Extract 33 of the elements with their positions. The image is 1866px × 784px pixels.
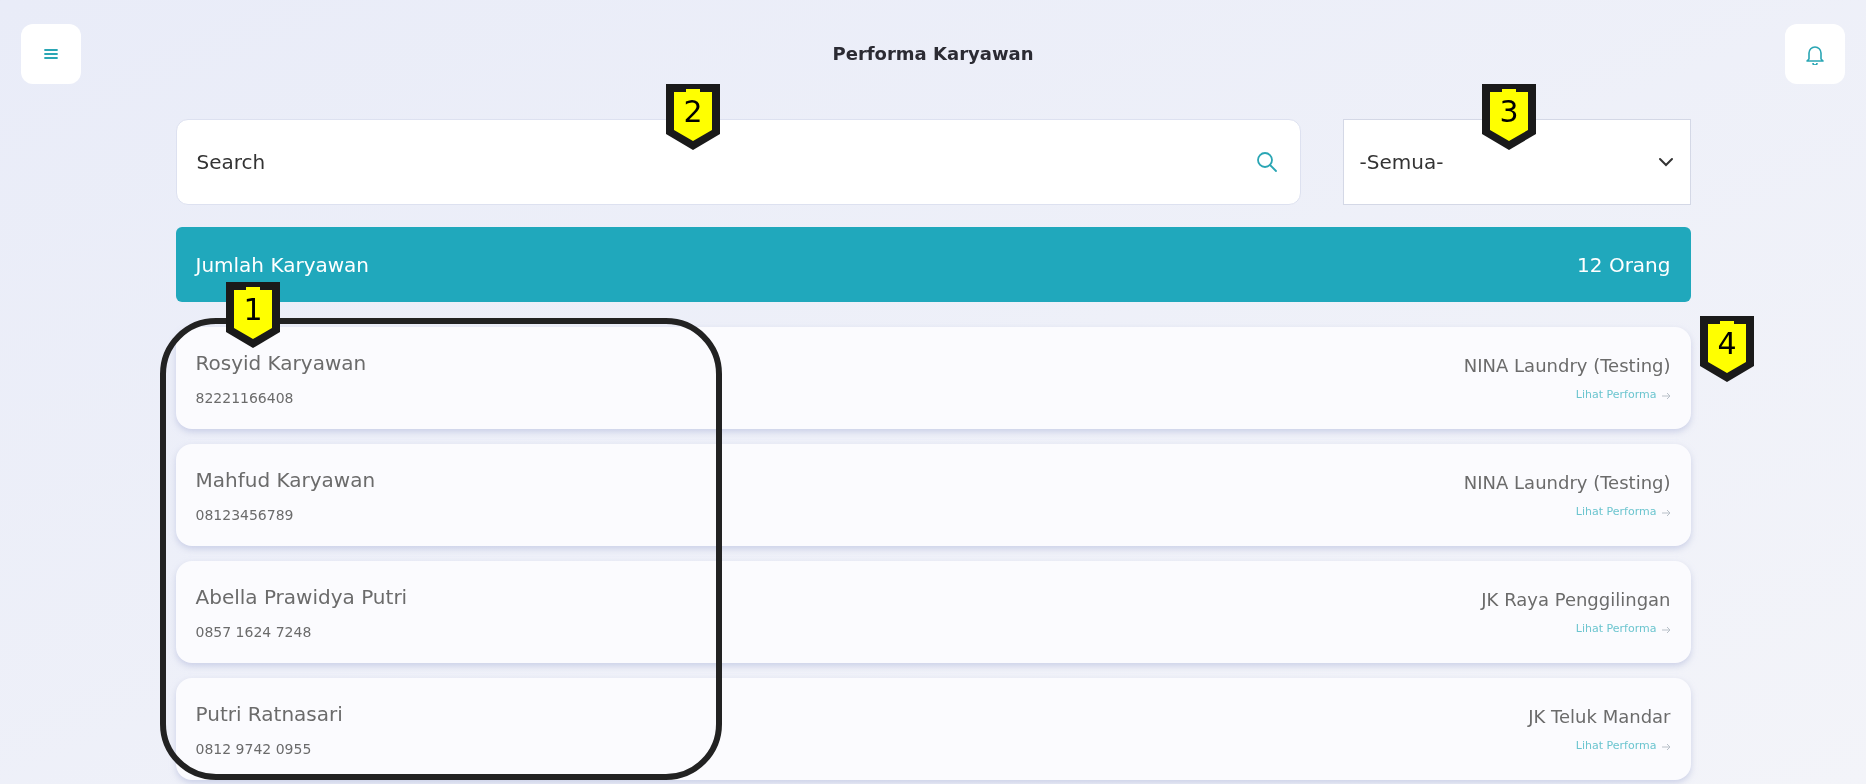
employee-name: Putri Ratnasari [195,700,343,728]
arrow-right-icon [1660,742,1671,751]
callout-badge: 4 [1700,316,1754,382]
chevron-down-icon [1657,157,1674,167]
branch-name: NINA Laundry (Testing) [1463,354,1671,379]
arrow-right-icon [1660,391,1671,400]
callout-badge: 1 [226,282,280,348]
callout-badge: 2 [666,84,720,150]
branch-name: NINA Laundry (Testing) [1463,471,1671,496]
employee-card[interactable]: Putri Ratnasari 0812 9742 0955 JK Teluk Mandar Lihat Performa [175,678,1691,780]
employee-name: Mahfud Karyawan [195,466,376,494]
employee-count: 12 Orang [1577,251,1671,279]
employee-name: Abella Prawidya Putri [195,583,408,611]
employee-card[interactable]: Mahfud Karyawan 08123456789 NINA Laundry (Testing) Lihat Performa [175,444,1691,546]
phone-number: 0812 9742 0955 [195,739,313,759]
arrow-right-icon [1660,508,1671,517]
search-icon [1254,150,1279,174]
branch-name: JK Raya Penggilingan [1481,588,1671,613]
branch-name: JK Teluk Mandar [1528,705,1671,730]
page-title: Performa Karyawan [832,42,1034,66]
menu-icon [43,47,59,61]
phone-number: 08123456789 [195,505,295,525]
arrow-right-icon [1660,625,1671,634]
menu-button[interactable] [21,24,81,84]
phone-number: 82221166408 [195,388,295,408]
callout-badge: 3 [1482,84,1536,150]
employee-card[interactable]: Abella Prawidya Putri 0857 1624 7248 JK Raya Penggilingan Lihat Performa [175,561,1691,663]
employee-name: Rosyid Karyawan [195,349,367,377]
employee-card[interactable]: Rosyid Karyawan 82221166408 NINA Laundry (Testing) Lihat Performa [175,327,1691,429]
bell-icon [1805,43,1825,65]
phone-number: 0857 1624 7248 [195,622,313,642]
summary-label: Jumlah Karyawan [195,251,370,279]
notification-button[interactable] [1785,24,1845,84]
